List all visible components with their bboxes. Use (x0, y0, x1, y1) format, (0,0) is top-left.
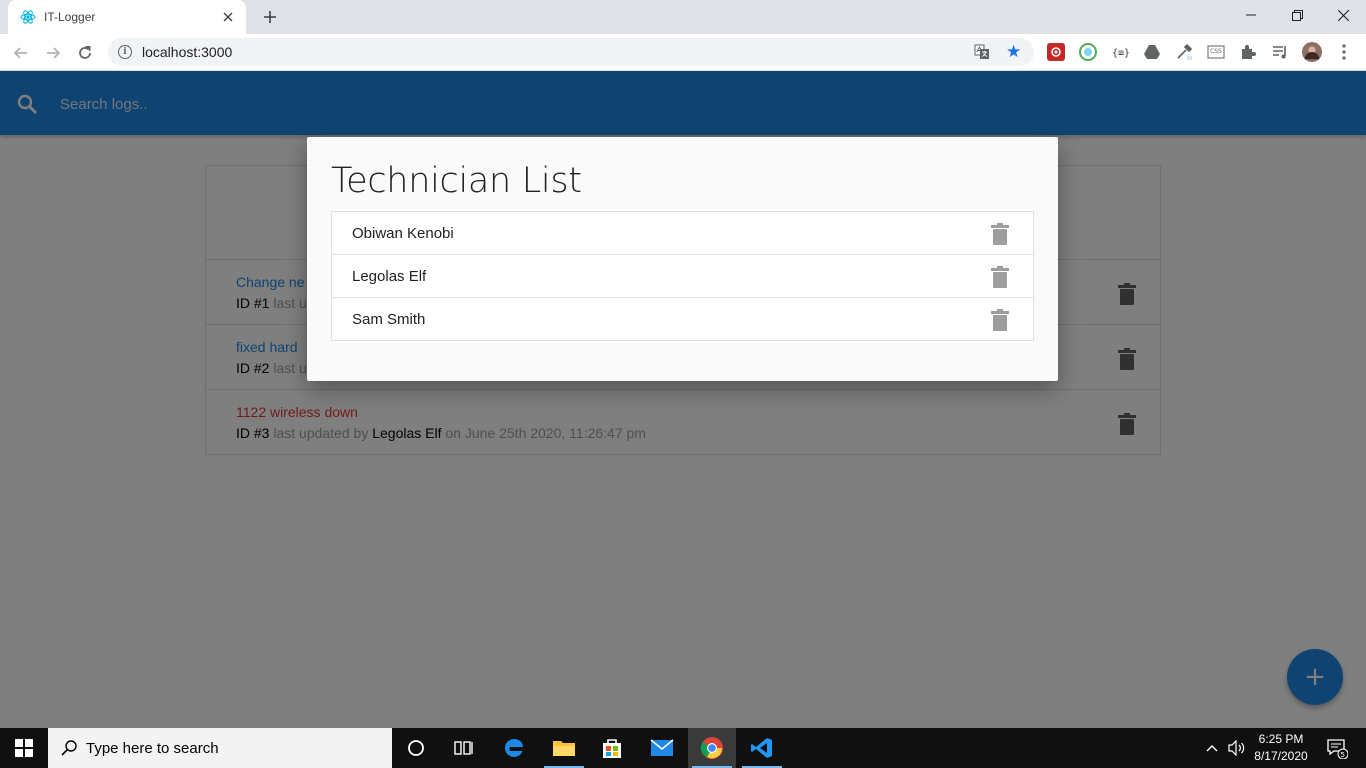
svg-text:{≡}: {≡} (1112, 48, 1129, 59)
browser-tab[interactable]: IT-Logger (8, 0, 246, 34)
profile-avatar[interactable] (1302, 42, 1322, 62)
cortana-icon[interactable] (392, 728, 440, 768)
close-window-button[interactable] (1320, 0, 1366, 30)
edge-icon[interactable] (490, 728, 538, 768)
url-text: localhost:3000 (142, 44, 233, 60)
eyedropper-extension-icon[interactable] (1174, 42, 1194, 62)
clock-time: 6:25 PM (1258, 732, 1304, 746)
technician-item: Sam Smith (332, 298, 1033, 340)
task-view-icon[interactable] (440, 728, 488, 768)
tab-close-icon[interactable] (220, 9, 236, 25)
store-icon[interactable] (588, 728, 636, 768)
technician-name: Sam Smith (352, 310, 426, 328)
taskbar-search-box[interactable]: Type here to search (48, 728, 392, 768)
mail-icon[interactable] (638, 728, 686, 768)
drive-extension-icon[interactable] (1142, 42, 1162, 62)
redux-extension-icon[interactable] (1046, 42, 1066, 62)
browser-menu-icon[interactable] (1334, 42, 1354, 62)
start-button[interactable] (0, 728, 48, 768)
app-viewport: Change ne ID #1 last u fixed hard ID #2 … (0, 71, 1366, 728)
json-formatter-icon[interactable]: {≡} (1110, 42, 1130, 62)
vscode-icon[interactable] (738, 728, 786, 768)
minimize-button[interactable] (1228, 0, 1274, 30)
technician-item: Legolas Elf (332, 255, 1033, 298)
search-icon (61, 740, 77, 756)
clock-date: 8/17/2020 (1254, 749, 1308, 763)
svg-text:CSS: CSS (1210, 48, 1222, 55)
taskbar-search-placeholder: Type here to search (86, 739, 219, 757)
delete-technician-icon[interactable] (989, 265, 1011, 289)
reload-button[interactable] (72, 40, 98, 66)
windows-logo-icon (15, 739, 33, 757)
restore-button[interactable] (1274, 0, 1320, 30)
browser-toolbar: i localhost:3000 ★ {≡} CSS (0, 34, 1366, 71)
delete-technician-icon[interactable] (989, 222, 1011, 246)
translate-icon[interactable] (974, 44, 990, 60)
media-control-icon[interactable] (1270, 42, 1290, 62)
action-center-icon[interactable]: 5 (1322, 728, 1352, 768)
technician-item: Obiwan Kenobi (332, 212, 1033, 255)
delete-technician-icon[interactable] (989, 308, 1011, 332)
tab-title: IT-Logger (44, 10, 96, 24)
technician-name: Obiwan Kenobi (352, 224, 454, 242)
react-icon (20, 9, 36, 25)
css-viewer-icon[interactable]: CSS (1206, 42, 1226, 62)
address-bar[interactable]: i localhost:3000 ★ (108, 38, 1034, 66)
notification-count: 5 (1341, 751, 1345, 759)
technician-list-modal: Technician List Obiwan Kenobi Legolas El… (307, 137, 1058, 381)
forward-button[interactable] (40, 40, 66, 66)
back-button[interactable] (8, 40, 34, 66)
technician-name: Legolas Elf (352, 267, 427, 285)
file-explorer-icon[interactable] (540, 728, 588, 768)
colorzilla-extension-icon[interactable] (1078, 42, 1098, 62)
chrome-icon[interactable] (688, 728, 736, 768)
technician-list: Obiwan Kenobi Legolas Elf Sam Smith (331, 211, 1034, 341)
taskbar-clock[interactable]: 6:25 PM 8/17/2020 (1250, 731, 1312, 765)
new-tab-button[interactable] (258, 6, 282, 28)
volume-icon[interactable] (1226, 728, 1248, 768)
windows-taskbar: Type here to search 6:25 PM 8/17/2020 5 (0, 728, 1366, 768)
site-info-icon[interactable]: i (118, 45, 132, 59)
modal-title: Technician List (331, 161, 582, 201)
extensions-puzzle-icon[interactable] (1238, 42, 1258, 62)
bookmark-star-icon[interactable]: ★ (1006, 42, 1021, 62)
browser-tabstrip: IT-Logger (0, 0, 1366, 34)
show-hidden-icons-icon[interactable] (1202, 728, 1222, 768)
